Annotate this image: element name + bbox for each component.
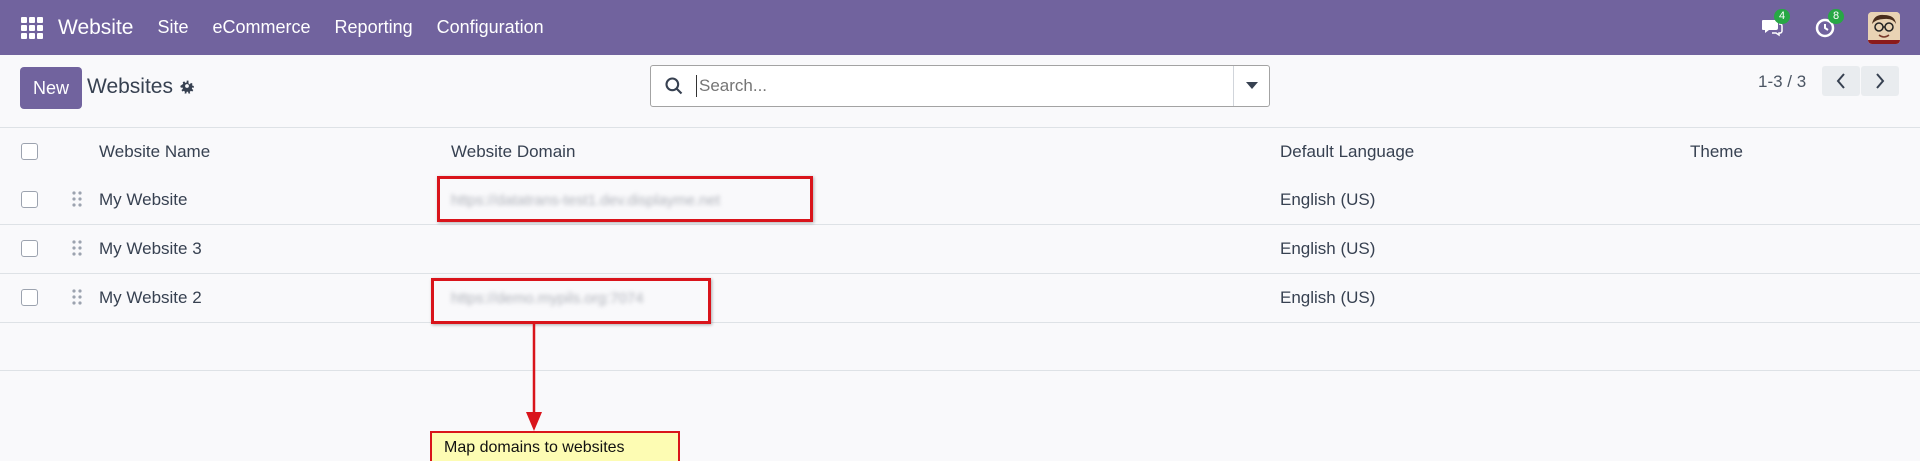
annotation-callout: Map domains to websites <box>430 431 680 461</box>
annotation-arrow-icon <box>526 324 542 431</box>
